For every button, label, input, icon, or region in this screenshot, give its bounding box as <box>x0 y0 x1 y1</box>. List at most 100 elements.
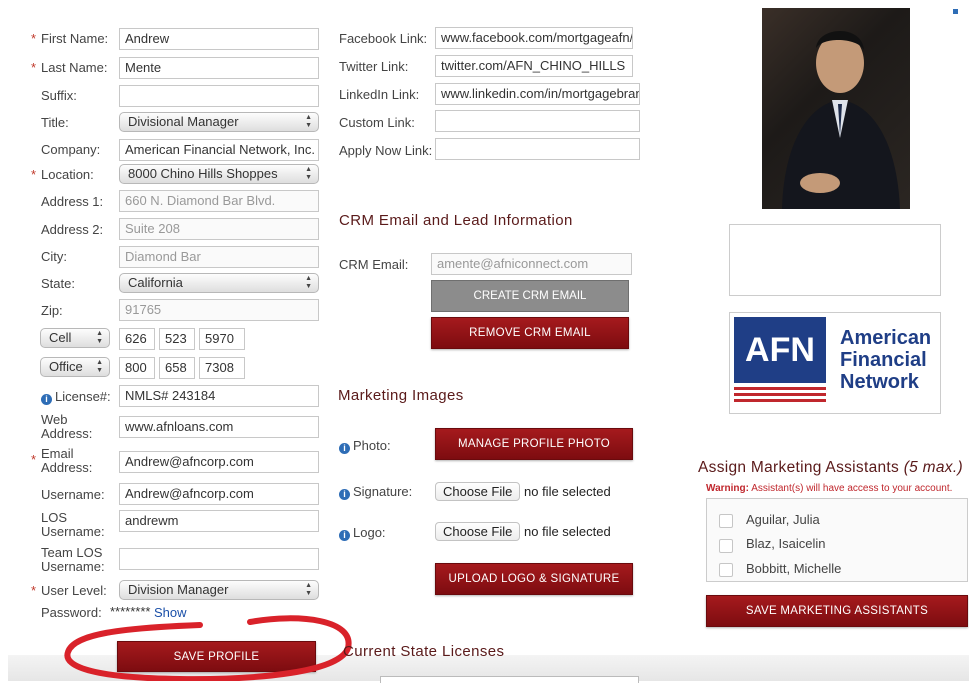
logo-stripe <box>734 399 826 402</box>
licenses-table-top <box>380 676 639 683</box>
email-input[interactable]: Andrew@afncorp.com <box>119 451 319 473</box>
logo-line-2: Financial <box>840 349 927 371</box>
annotation-circle <box>64 615 352 681</box>
los-username-input[interactable]: andrewm <box>119 510 319 532</box>
username-label: Username: <box>41 487 105 502</box>
state-select[interactable]: California ▲ ▼ <box>119 273 319 293</box>
location-select[interactable]: 8000 Chino Hills Shoppes ▲ ▼ <box>119 164 319 184</box>
first-name-input[interactable]: Andrew <box>119 28 319 50</box>
twitter-label: Twitter Link: <box>339 59 409 74</box>
required-mark: * <box>31 31 37 46</box>
assistant-name: Bobbitt, Michelle <box>746 561 842 576</box>
apply-now-label: Apply Now Link: <box>339 143 433 158</box>
remove-crm-email-button[interactable]: REMOVE CRM EMAIL <box>431 317 629 349</box>
address1-input[interactable]: 660 N. Diamond Bar Blvd. <box>119 190 319 212</box>
linkedin-input[interactable]: www.linkedin.com/in/mortgagebranch <box>435 83 640 105</box>
logo-stripe <box>734 393 826 396</box>
assistant-name: Aguilar, Julia <box>746 512 820 527</box>
facebook-label: Facebook Link: <box>339 31 428 46</box>
assistants-warning: Warning: Assistant(s) will have access t… <box>706 483 952 494</box>
facebook-input[interactable]: www.facebook.com/mortgageafn/ <box>435 27 633 49</box>
phone1-type-select[interactable]: Cell ▲ ▼ <box>40 328 110 348</box>
team-los-username-input[interactable] <box>119 548 319 570</box>
select-arrows-icon: ▲ ▼ <box>305 166 312 181</box>
afn-logo-text: American Financial Network <box>840 327 931 393</box>
phone2-area-input[interactable]: 800 <box>119 357 155 379</box>
city-input[interactable]: Diamond Bar <box>119 246 319 268</box>
crm-section-heading: CRM Email and Lead Information <box>339 212 573 229</box>
assistant-checkbox[interactable] <box>719 514 733 528</box>
assistant-checkbox[interactable] <box>719 539 733 553</box>
manage-profile-photo-button[interactable]: MANAGE PROFILE PHOTO <box>435 428 633 460</box>
license-label: i License#: <box>41 390 111 405</box>
logo-label-text: Logo: <box>353 525 386 540</box>
address2-input[interactable]: Suite 208 <box>119 218 319 240</box>
location-select-value: 8000 Chino Hills Shoppes <box>128 166 278 181</box>
save-marketing-assistants-button[interactable]: SAVE MARKETING ASSISTANTS <box>706 595 968 627</box>
signature-label: i Signature: <box>339 485 412 500</box>
last-name-input[interactable]: Mente <box>119 57 319 79</box>
phone2-prefix-input[interactable]: 658 <box>159 357 195 379</box>
warning-text: Assistant(s) will have access to your ac… <box>751 483 953 494</box>
twitter-input[interactable]: twitter.com/AFN_CHINO_HILLS <box>435 55 633 77</box>
suffix-label: Suffix: <box>41 88 77 103</box>
email-label-2: Address: <box>41 460 93 475</box>
company-logo: AFN American Financial Network <box>729 312 941 414</box>
photo-label-text: Photo: <box>353 438 391 453</box>
suffix-input[interactable] <box>119 85 319 107</box>
crm-email-input[interactable]: amente@afniconnect.com <box>431 253 632 275</box>
required-mark: * <box>31 452 37 467</box>
user-level-select[interactable]: Division Manager ▲ ▼ <box>119 580 319 600</box>
state-select-value: California <box>128 275 183 290</box>
afn-logo-block: AFN <box>734 317 826 383</box>
signature-label-text: Signature: <box>353 484 413 499</box>
custom-link-input[interactable] <box>435 110 640 132</box>
signature-file-status: no file selected <box>524 484 611 499</box>
info-icon[interactable]: i <box>339 489 350 500</box>
state-label: State: <box>41 276 75 291</box>
info-icon[interactable]: i <box>41 394 52 405</box>
signature-choose-file-button[interactable]: Choose File <box>435 482 521 501</box>
username-input[interactable]: Andrew@afncorp.com <box>119 483 319 505</box>
license-input[interactable]: NMLS# 243184 <box>119 385 319 407</box>
phone2-line-input[interactable]: 7308 <box>199 357 245 379</box>
company-input[interactable]: American Financial Network, Inc. <box>119 139 319 161</box>
address1-label: Address 1: <box>41 194 104 209</box>
info-icon[interactable]: i <box>339 443 350 454</box>
required-mark: * <box>31 60 37 75</box>
person-photo-icon <box>782 31 900 209</box>
upload-logo-signature-button[interactable]: UPLOAD LOGO & SIGNATURE <box>435 563 633 595</box>
assistants-heading-text: Assign Marketing Assistants <box>698 459 900 476</box>
create-crm-email-button[interactable]: CREATE CRM EMAIL <box>431 280 629 312</box>
web-label-2: Address: <box>41 426 93 441</box>
zip-input[interactable]: 91765 <box>119 299 319 321</box>
company-label: Company: <box>41 142 101 157</box>
required-mark: * <box>31 167 37 182</box>
assistants-max: (5 max.) <box>903 459 963 476</box>
logo-choose-file-button[interactable]: Choose File <box>435 522 521 541</box>
profile-photo <box>762 8 910 209</box>
logo-file-status: no file selected <box>524 524 611 539</box>
phone2-type-select[interactable]: Office ▲ ▼ <box>40 357 110 377</box>
select-arrows-icon: ▲ ▼ <box>96 330 103 345</box>
assistant-checkbox[interactable] <box>719 563 733 577</box>
apply-now-input[interactable] <box>435 138 640 160</box>
team-los-label-2: Username: <box>41 559 105 574</box>
last-name-label: Last Name: <box>41 60 108 75</box>
info-icon[interactable]: i <box>339 530 350 541</box>
signature-preview <box>729 224 941 296</box>
linkedin-label: LinkedIn Link: <box>339 87 420 102</box>
corner-indicator <box>953 9 958 14</box>
phone1-line-input[interactable]: 5970 <box>199 328 245 350</box>
location-label: Location: <box>41 167 94 182</box>
phone1-area-input[interactable]: 626 <box>119 328 155 350</box>
zip-label: Zip: <box>41 303 63 318</box>
team-los-label-1: Team LOS <box>41 545 103 560</box>
user-level-select-value: Division Manager <box>128 582 229 597</box>
select-arrows-icon: ▲ ▼ <box>305 582 312 597</box>
title-select[interactable]: Divisional Manager ▲ ▼ <box>119 112 319 132</box>
web-address-input[interactable]: www.afnloans.com <box>119 416 319 438</box>
email-label-1: Email <box>41 446 74 461</box>
crm-email-label: CRM Email: <box>339 257 409 272</box>
phone1-prefix-input[interactable]: 523 <box>159 328 195 350</box>
